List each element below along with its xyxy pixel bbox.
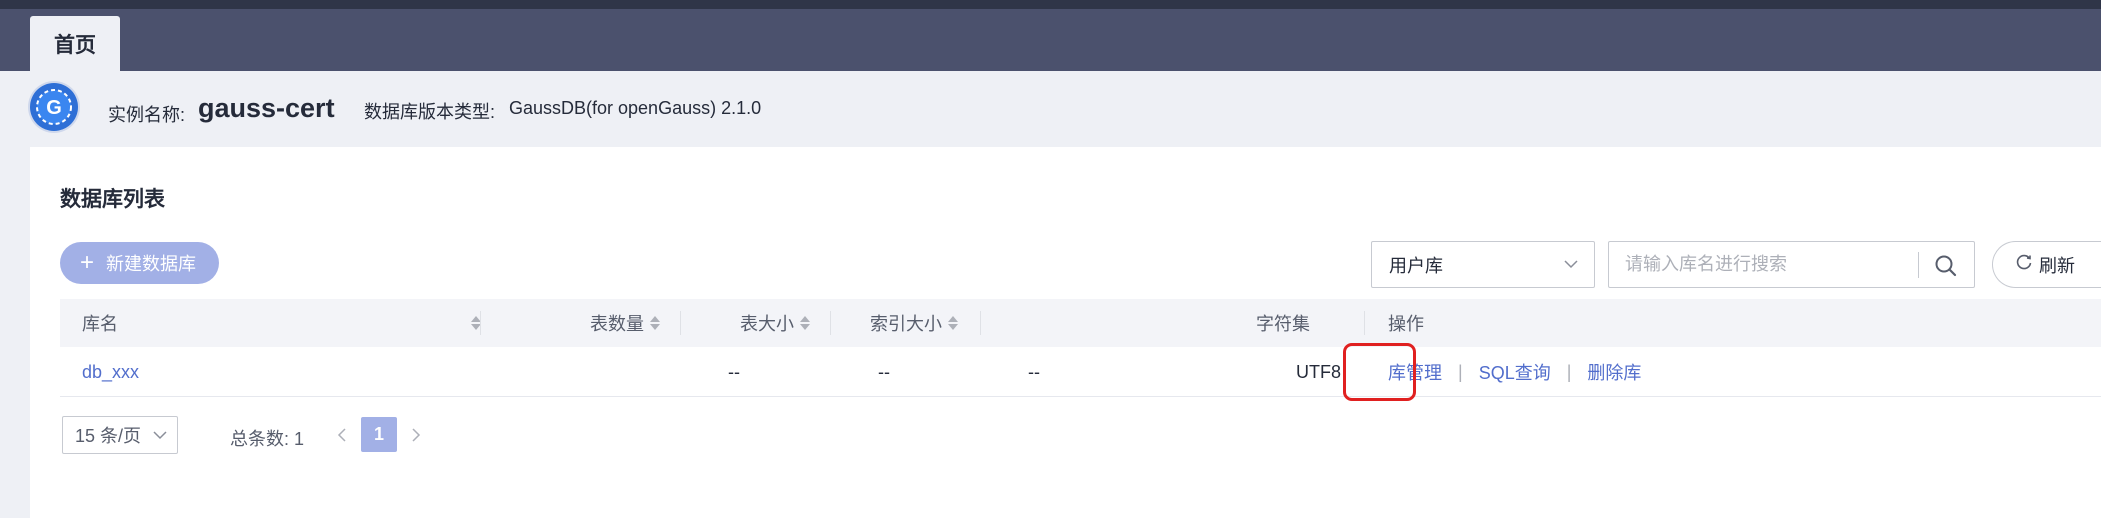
- search-divider: [1918, 252, 1919, 278]
- col-header-charset-label: 字符集: [1256, 314, 1310, 334]
- col-header-charset: 字符集: [1256, 299, 1310, 347]
- col-header-index-size[interactable]: 索引大小: [870, 299, 958, 347]
- instance-name-label: 实例名称:: [108, 105, 186, 125]
- refresh-button[interactable]: 刷新: [1992, 241, 2101, 288]
- create-database-label: 新建数据库: [106, 254, 197, 274]
- col-header-name-label: 库名: [82, 314, 118, 334]
- table-row: db_xxx -- -- -- UTF8 库管理 | SQL查询 | 删除库: [60, 347, 2101, 397]
- search-box: [1608, 241, 1975, 288]
- sql-query-link[interactable]: SQL查询: [1479, 359, 1551, 385]
- manage-highlight-box: [1343, 343, 1416, 401]
- charset-cell: UTF8: [1296, 361, 1341, 382]
- col-header-ops: 操作: [1388, 299, 1424, 347]
- plus-icon: +: [80, 249, 95, 276]
- instance-info: G 实例名称: gauss-cert 数据库版本类型: GaussDB(for …: [0, 71, 2101, 147]
- create-database-button[interactable]: + 新建数据库: [60, 242, 219, 284]
- logo-letter: G: [46, 97, 62, 119]
- db-version-label: 数据库版本类型:: [364, 102, 496, 122]
- total-label: 总条数:: [230, 429, 290, 449]
- ops-divider: |: [1458, 361, 1463, 382]
- col-header-table-size-label: 表大小: [740, 314, 794, 334]
- chevron-left-icon[interactable]: [336, 423, 348, 452]
- tab-home[interactable]: 首页: [30, 16, 120, 72]
- table-count-cell: --: [728, 361, 740, 382]
- table-header: 库名 表数量 表大小 索引大小 字符集 操作: [60, 299, 2101, 347]
- col-header-table-size[interactable]: 表大小: [740, 299, 810, 347]
- gaussdb-logo-icon: G: [30, 83, 78, 131]
- refresh-icon: [2015, 253, 2033, 276]
- col-header-ops-label: 操作: [1388, 314, 1424, 334]
- pagination: 15 条/页 总条数: 1 1: [60, 415, 660, 455]
- search-icon[interactable]: [1931, 251, 1961, 281]
- chevron-right-icon[interactable]: [410, 423, 422, 452]
- total-count: 总条数: 1: [230, 425, 304, 451]
- col-header-index-size-label: 索引大小: [870, 314, 942, 334]
- column-divider: [680, 311, 681, 335]
- delete-db-link[interactable]: 删除库: [1587, 359, 1641, 385]
- column-divider: [830, 311, 831, 335]
- column-divider: [480, 311, 481, 335]
- col-header-table-count-label: 表数量: [590, 314, 644, 334]
- column-divider: [1364, 311, 1365, 335]
- page-size-select[interactable]: 15 条/页: [62, 416, 178, 454]
- ops-divider: |: [1566, 361, 1572, 382]
- search-input[interactable]: [1609, 242, 1919, 287]
- db-name-link[interactable]: db_xxx: [82, 362, 139, 383]
- refresh-label: 刷新: [2039, 255, 2075, 276]
- sort-icon[interactable]: [800, 315, 810, 331]
- page-current[interactable]: 1: [361, 417, 397, 452]
- table-size-cell: --: [878, 361, 890, 382]
- panel-title: 数据库列表: [60, 188, 165, 211]
- sort-icon[interactable]: [948, 315, 958, 331]
- db-type-select-value: 用户库: [1389, 255, 1443, 276]
- instance-name: gauss-cert: [198, 93, 335, 123]
- db-type-select[interactable]: 用户库: [1371, 241, 1595, 288]
- index-size-cell: --: [1028, 361, 1040, 382]
- ops-cell: 库管理 | SQL查询 | 删除库: [1388, 347, 1641, 397]
- top-strip: [0, 0, 2101, 9]
- column-divider: [980, 311, 981, 335]
- col-header-table-count[interactable]: 表数量: [590, 299, 660, 347]
- sort-icon[interactable]: [650, 315, 660, 331]
- db-version-value: GaussDB(for openGauss) 2.1.0: [509, 98, 762, 118]
- database-list-panel: 数据库列表 + 新建数据库 用户库 刷新 库名 表数量: [30, 147, 2101, 518]
- col-header-name[interactable]: 库名: [82, 299, 118, 347]
- page-size-value: 15 条/页: [75, 426, 142, 446]
- chevron-down-icon: [153, 423, 167, 452]
- tab-bar: [0, 9, 2101, 71]
- total-value: 1: [294, 429, 305, 449]
- chevron-down-icon: [1564, 252, 1578, 281]
